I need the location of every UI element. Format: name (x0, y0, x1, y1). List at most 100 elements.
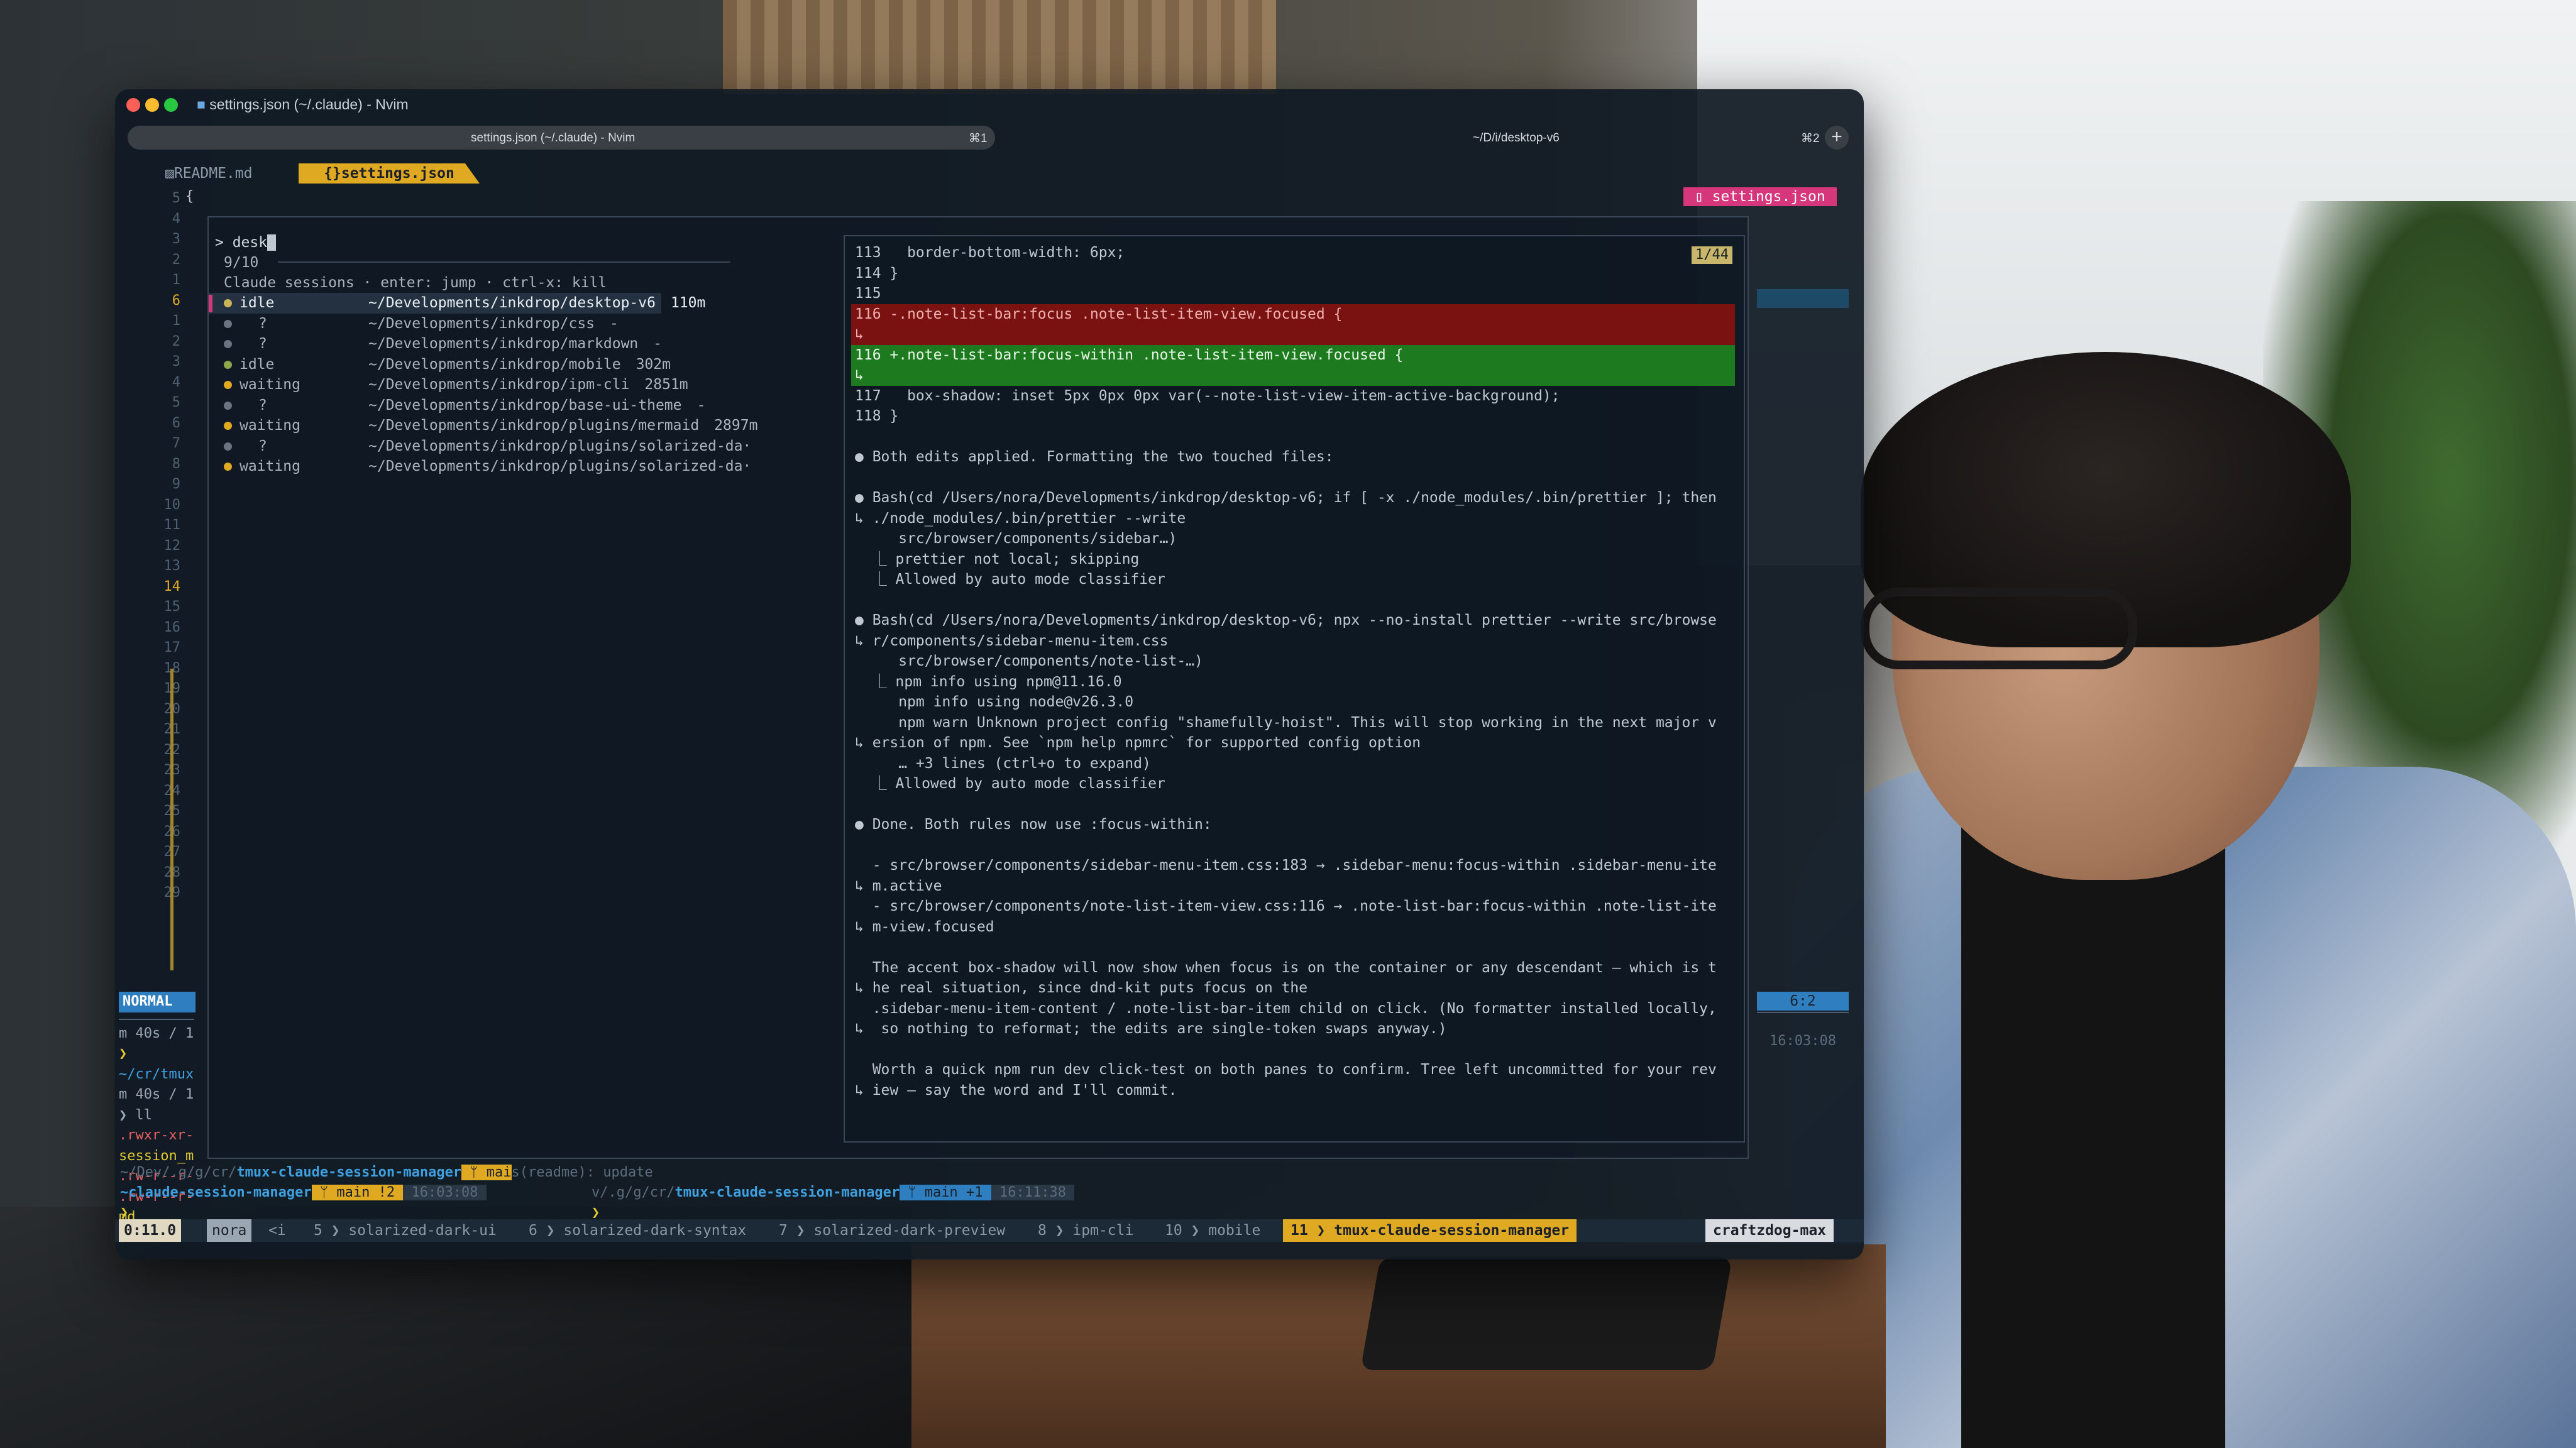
picker-row[interactable]: ? ~/Developments/inkdrop/base-ui-theme - (209, 395, 705, 416)
left-pane-line: .rwxr-xr- (119, 1127, 194, 1143)
line-number: 18 (163, 660, 181, 676)
file-icon: ▯ (1695, 189, 1712, 205)
session-path: ~/Developments/inkdrop/plugins/solarized… (368, 437, 752, 454)
session-time: 110m (670, 295, 706, 311)
branch-label: mai (486, 1165, 512, 1180)
tmux-session: 0:11.0 (119, 1219, 182, 1242)
line-number: 9 (172, 476, 180, 492)
picker-row[interactable]: idle ~/Developments/inkdrop/mobile 302m (209, 354, 671, 375)
session-status: waiting (239, 376, 300, 393)
line-number: 6 (172, 415, 180, 431)
zoom-button[interactable] (164, 98, 178, 112)
line-number: 25 (143, 801, 181, 822)
preview-line: ● Done. Both rules now use :focus-within… (855, 816, 1212, 833)
prompt-input[interactable]: > desk (215, 234, 267, 251)
status-dot-icon (224, 381, 232, 389)
preview-line: src/browser/components/note-list-…) (855, 653, 1203, 669)
preview-line: ● Bash(cd /Users/nora/Developments/inkdr… (855, 612, 1717, 628)
line-number: 5 (172, 190, 180, 206)
tab-bar: settings.json (~/.claude) - Nvim ⌘1 ~/D/… (121, 126, 1858, 153)
line-number: 19 (143, 679, 181, 699)
line-number-gutter: 5432161234567891011121314151617181920212… (143, 189, 181, 904)
window-number: 11 (1291, 1222, 1308, 1239)
session-status: ? (258, 315, 267, 332)
tmux-user: nora (207, 1219, 252, 1242)
picker-row[interactable]: ? ~/Developments/inkdrop/plugins/solarize… (209, 436, 751, 457)
picker-row[interactable]: waiting ~/Developments/inkdrop/ipm-cli 285… (209, 375, 688, 395)
minimize-button[interactable] (145, 98, 159, 112)
cursor-line-highlight (1757, 289, 1849, 308)
picker-prompt[interactable]: > desk (215, 233, 276, 253)
left-pane-line: ❯ ll (119, 1107, 152, 1123)
left-pane-line: ~/cr/tmux (119, 1066, 194, 1082)
session-status: waiting (239, 458, 300, 474)
window-number: 6 (529, 1222, 537, 1239)
session-time: 2897m (714, 417, 758, 434)
window-title: ■ settings.json (~/.claude) - Nvim (197, 96, 409, 113)
session-status: ? (258, 336, 267, 352)
session-path: ~/Developments/inkdrop/base-ui-theme (368, 397, 682, 414)
preview-line: ↳ (851, 324, 1735, 345)
selection-marker (209, 397, 212, 414)
preview-line: ↳ (851, 365, 1735, 386)
selection-marker (209, 437, 212, 455)
session-path: ~/Developments/inkdrop/markdown (368, 336, 639, 352)
preview-line: npm warn Unknown project config "shamefu… (855, 714, 1717, 731)
preview-pane: 1/44 113 border-bottom-width: 6px; 114 } 1… (844, 235, 1745, 1143)
tab-desktop-v6[interactable]: ~/D/i/desktop-v6 (1473, 131, 1560, 145)
new-tab-button[interactable]: + (1825, 126, 1849, 150)
branch-label: main !2 (336, 1185, 395, 1200)
picker-row[interactable]: idle ~/Developments/inkdrop/desktop-v6 110… (209, 293, 705, 314)
selection-marker (209, 356, 212, 373)
picker-row[interactable]: waiting ~/Developments/inkdrop/plugins/so… (209, 456, 751, 477)
window-name: mobile (1208, 1222, 1261, 1239)
tmux-window-6[interactable]: 6 ❯ solarized-dark-syntax (529, 1219, 746, 1242)
prompt-time: 16:03:08 (411, 1185, 478, 1200)
close-button[interactable] (126, 98, 140, 112)
window-number: 8 (1038, 1222, 1047, 1239)
tmux-left-truncated: <i (268, 1222, 286, 1239)
line-number: 2 (172, 333, 180, 349)
line-number: 21 (143, 720, 181, 740)
line-number: 4 (172, 374, 180, 390)
line-number: 6 (172, 292, 180, 309)
line-number: 23 (143, 760, 181, 781)
preview-line: 115 (855, 285, 881, 302)
session-path: ~/Developments/inkdrop/mobile (368, 356, 621, 373)
preview-line: ↳ m-view.focused (855, 918, 994, 935)
line-number: 1 (172, 313, 180, 329)
buffer-tab-settings[interactable]: {}settings.json (299, 163, 480, 184)
preview-line: ● Bash(cd /Users/nora/Developments/inkdr… (855, 490, 1717, 506)
session-status: waiting (239, 417, 300, 434)
tab-nvim[interactable]: settings.json (~/.claude) - Nvim ⌘1 (128, 126, 995, 150)
window-name: solarized-dark-ui (348, 1222, 497, 1239)
terminal-window: ■ settings.json (~/.claude) - Nvim setti… (115, 89, 1864, 1259)
buffer-tab-readme[interactable]: ▨README.md (159, 163, 258, 184)
session-path: ~/Developments/inkdrop/plugins/solarized… (368, 458, 752, 474)
tmux-window-10[interactable]: 10 ❯ mobile (1165, 1219, 1260, 1242)
preview-line: npm info using node@v26.3.0 (855, 694, 1134, 710)
picker-row[interactable]: waiting ~/Developments/inkdrop/plugins/me… (209, 415, 757, 436)
tmux-window-5[interactable]: 5 ❯ solarized-dark-ui (314, 1219, 497, 1242)
window-name: solarized-dark-preview (813, 1222, 1006, 1239)
tmux-window-11[interactable]: 11 ❯ tmux-claude-session-manager (1283, 1219, 1577, 1242)
selection-marker (209, 315, 212, 332)
commit-message: s(readme): update (511, 1165, 653, 1180)
selection-marker (209, 376, 212, 394)
left-pane-line: m 40s / 1 (119, 1087, 194, 1102)
tmux-window-7[interactable]: 7 ❯ solarized-dark-preview (779, 1219, 1005, 1242)
picker-row[interactable]: ? ~/Developments/inkdrop/css - (209, 314, 661, 334)
mode-indicator: NORMAL (119, 992, 195, 1012)
picker-row[interactable]: ? ~/Developments/inkdrop/markdown - (209, 334, 662, 354)
preview-line: ↳ so nothing to reformat; the edits are … (855, 1021, 1447, 1037)
line-number: 3 (172, 354, 180, 370)
window-name: tmux-claude-session-manager (1334, 1222, 1570, 1239)
status-dot-icon (224, 299, 232, 307)
shell-dir: ~claude-session-manager (120, 1185, 312, 1200)
preview-line: ↳ m.active (855, 877, 942, 894)
session-time: 302m (636, 356, 671, 373)
status-dot-icon (224, 360, 232, 369)
tmux-window-8[interactable]: 8 ❯ ipm-cli (1038, 1219, 1133, 1242)
session-time: - (610, 315, 619, 332)
preview-line: ↳ ersion of npm. See `npm help npmrc` fo… (855, 735, 1421, 751)
